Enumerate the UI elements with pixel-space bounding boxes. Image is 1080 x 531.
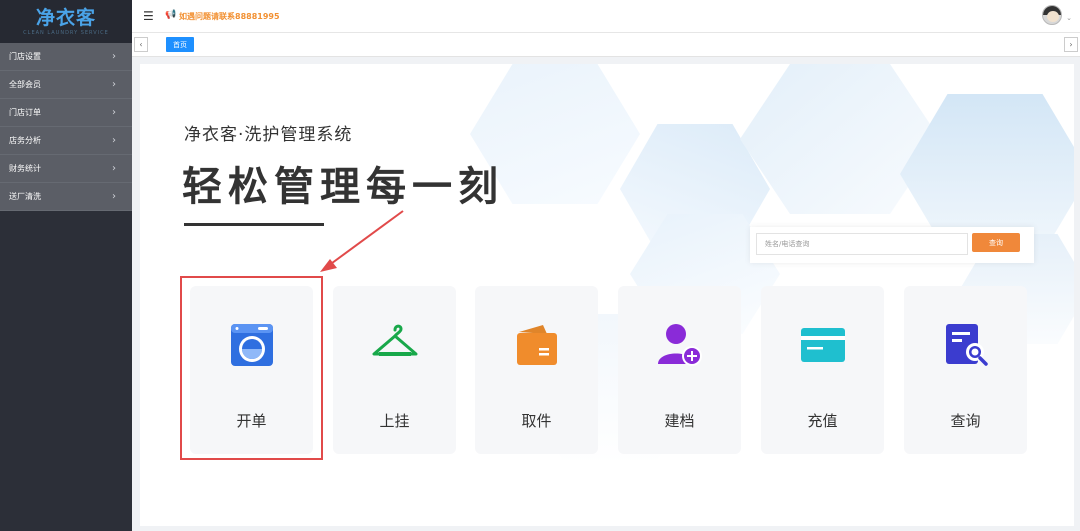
top-bar: ☰ 📢 如遇问题请联系88881995 ⌄ [132, 0, 1080, 33]
tab-home[interactable]: 首页 [166, 37, 194, 52]
card-hang[interactable]: 上挂 [333, 286, 456, 454]
washing-machine-icon [231, 324, 273, 366]
sidebar-item-finance[interactable]: 财务统计 › [0, 155, 132, 183]
add-user-icon [658, 324, 702, 366]
chevron-right-icon: › [112, 51, 116, 62]
card-icon [801, 328, 845, 362]
sidebar-item-orders[interactable]: 门店订单 › [0, 99, 132, 127]
hero-divider [184, 223, 324, 226]
tab-bar: ‹ 首页 › [132, 33, 1080, 57]
card-recharge[interactable]: 充值 [761, 286, 884, 454]
search-document-icon [946, 324, 988, 366]
tab-scroll-right-button[interactable]: › [1064, 37, 1078, 52]
sidebar-item-members[interactable]: 全部会员 › [0, 71, 132, 99]
card-label: 建档 [664, 412, 695, 430]
chevron-right-icon: › [112, 191, 116, 202]
chevron-right-icon: › [112, 107, 116, 118]
logo-text: 净衣客 [35, 6, 96, 29]
tab-scroll-left-button[interactable]: ‹ [134, 37, 148, 52]
chevron-down-icon[interactable]: ⌄ [1066, 14, 1072, 22]
search-input[interactable]: 姓名/电话查询 [756, 233, 968, 255]
sidebar-item-analysis[interactable]: 店务分析 › [0, 127, 132, 155]
sidebar-item-label: 门店设置 [9, 52, 41, 61]
avatar[interactable] [1042, 5, 1062, 25]
card-label: 取件 [521, 412, 552, 430]
notice-text: 如遇问题请联系88881995 [179, 12, 280, 21]
decorative-hexagon [740, 64, 940, 214]
sidebar-menu: 门店设置 › 全部会员 › 门店订单 › 店务分析 › 财务统计 › 送厂清洗 › [0, 43, 132, 211]
hero-title: 轻松管理每一刻 [182, 164, 504, 210]
sidebar-item-label: 店务分析 [9, 136, 41, 145]
chevron-right-icon: › [112, 135, 116, 146]
sidebar: 净衣客 CLEAN LAUNDRY SERVICE 门店设置 › 全部会员 › 门店… [0, 0, 132, 531]
card-query[interactable]: 查询 [904, 286, 1027, 454]
card-pickup[interactable]: 取件 [475, 286, 598, 454]
chevron-right-icon: › [112, 79, 116, 90]
sidebar-item-label: 财务统计 [9, 164, 41, 173]
card-open-order[interactable]: 开单 [190, 286, 313, 454]
sidebar-item-label: 门店订单 [9, 108, 41, 117]
member-search-panel: 姓名/电话查询 查询 [750, 227, 1034, 263]
sidebar-item-factory[interactable]: 送厂清洗 › [0, 183, 132, 211]
sidebar-item-label: 送厂清洗 [9, 192, 41, 201]
wallet-icon [517, 325, 557, 365]
card-create-profile[interactable]: 建档 [618, 286, 741, 454]
chevron-right-icon: › [112, 163, 116, 174]
menu-toggle-icon[interactable]: ☰ [143, 9, 154, 23]
main-content: 净衣客·洗护管理系统 轻松管理每一刻 姓名/电话查询 查询 开单 上挂 取件 建… [140, 64, 1074, 526]
megaphone-icon: 📢 [165, 10, 177, 20]
card-label: 查询 [950, 412, 981, 430]
sidebar-item-store-settings[interactable]: 门店设置 › [0, 43, 132, 71]
logo-subtitle: CLEAN LAUNDRY SERVICE [23, 29, 109, 36]
hanger-icon [372, 324, 418, 356]
card-label: 充值 [807, 412, 838, 430]
logo[interactable]: 净衣客 CLEAN LAUNDRY SERVICE [0, 0, 132, 43]
sidebar-item-label: 全部会员 [9, 80, 41, 89]
search-button[interactable]: 查询 [972, 233, 1020, 252]
card-label: 开单 [236, 412, 267, 430]
card-label: 上挂 [379, 412, 410, 430]
hero-subtitle: 净衣客·洗护管理系统 [184, 125, 353, 145]
